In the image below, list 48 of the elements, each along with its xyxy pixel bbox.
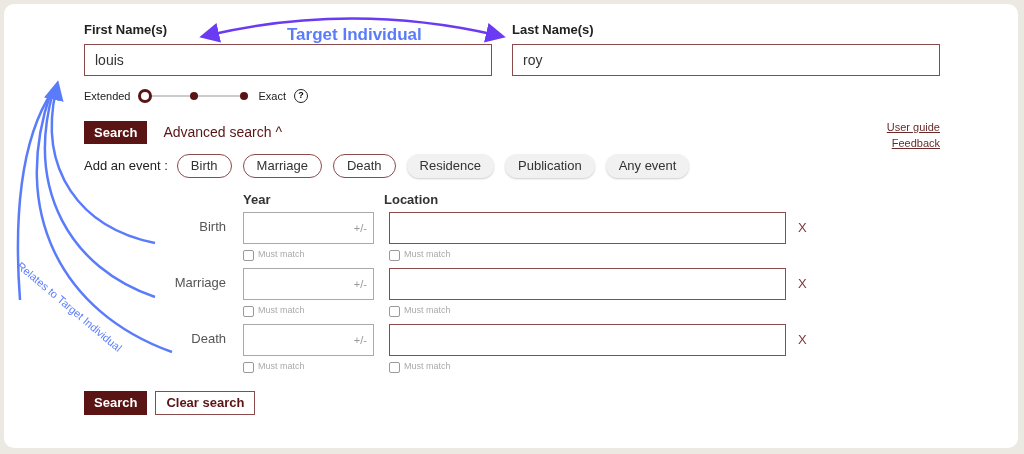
field-suffix: +/- (353, 332, 367, 348)
checkbox[interactable] (389, 305, 400, 317)
event-chip[interactable]: Death (332, 154, 396, 178)
slider-label: Exact (258, 88, 286, 104)
checkbox-label: Must match (258, 304, 305, 318)
help-link[interactable]: User guide (886, 119, 940, 135)
clear-search-button[interactable]: Clear search (155, 391, 256, 415)
checkbox[interactable] (243, 305, 254, 317)
event-chip[interactable]: Publication (505, 154, 595, 178)
field-suffix: +/- (353, 220, 367, 236)
search-button[interactable]: Search (84, 121, 148, 144)
checkbox[interactable] (389, 361, 400, 373)
help-link[interactable]: Feedback (891, 135, 940, 151)
event-label: Marriage (174, 274, 226, 292)
remove-button[interactable]: X (798, 218, 807, 238)
column-header: Year (243, 191, 272, 209)
checkbox-label: Must match (258, 248, 305, 262)
event-label: Death (191, 330, 226, 348)
event-chip[interactable]: Any event (605, 154, 690, 178)
field-suffix: +/- (353, 276, 367, 292)
remove-button[interactable]: X (798, 330, 807, 350)
checkbox[interactable] (389, 249, 400, 261)
remove-button[interactable]: X (798, 274, 807, 294)
event-chip[interactable]: Residence (406, 154, 494, 178)
slider-label: Extended (84, 88, 131, 104)
event-chip[interactable]: Birth (176, 154, 232, 178)
checkbox-label: Must match (258, 360, 305, 374)
annotation-title: Target Individual (287, 24, 422, 46)
column-header: Location (384, 191, 439, 209)
event-chip[interactable]: Marriage (242, 154, 322, 178)
text-field[interactable]: roy (512, 44, 940, 76)
checkbox-label: Must match (404, 360, 451, 374)
slider-stop (240, 92, 249, 100)
location-field[interactable] (389, 212, 786, 244)
checkbox-label: Must match (404, 304, 451, 318)
checkbox[interactable] (243, 249, 254, 261)
field-label: First Name(s) (84, 21, 168, 39)
location-field[interactable] (389, 268, 786, 300)
text-field[interactable]: louis (84, 44, 492, 76)
add-event-label: Add an event : (84, 157, 168, 176)
slider-stop (190, 92, 199, 100)
checkbox[interactable] (243, 361, 254, 373)
event-label: Birth (199, 218, 226, 236)
field-label: Last Name(s) (512, 21, 594, 39)
location-field[interactable] (389, 324, 786, 356)
search-button[interactable]: Search (84, 391, 148, 415)
advanced-search-link[interactable]: Advanced search ^ (163, 122, 282, 143)
checkbox-label: Must match (404, 248, 451, 262)
